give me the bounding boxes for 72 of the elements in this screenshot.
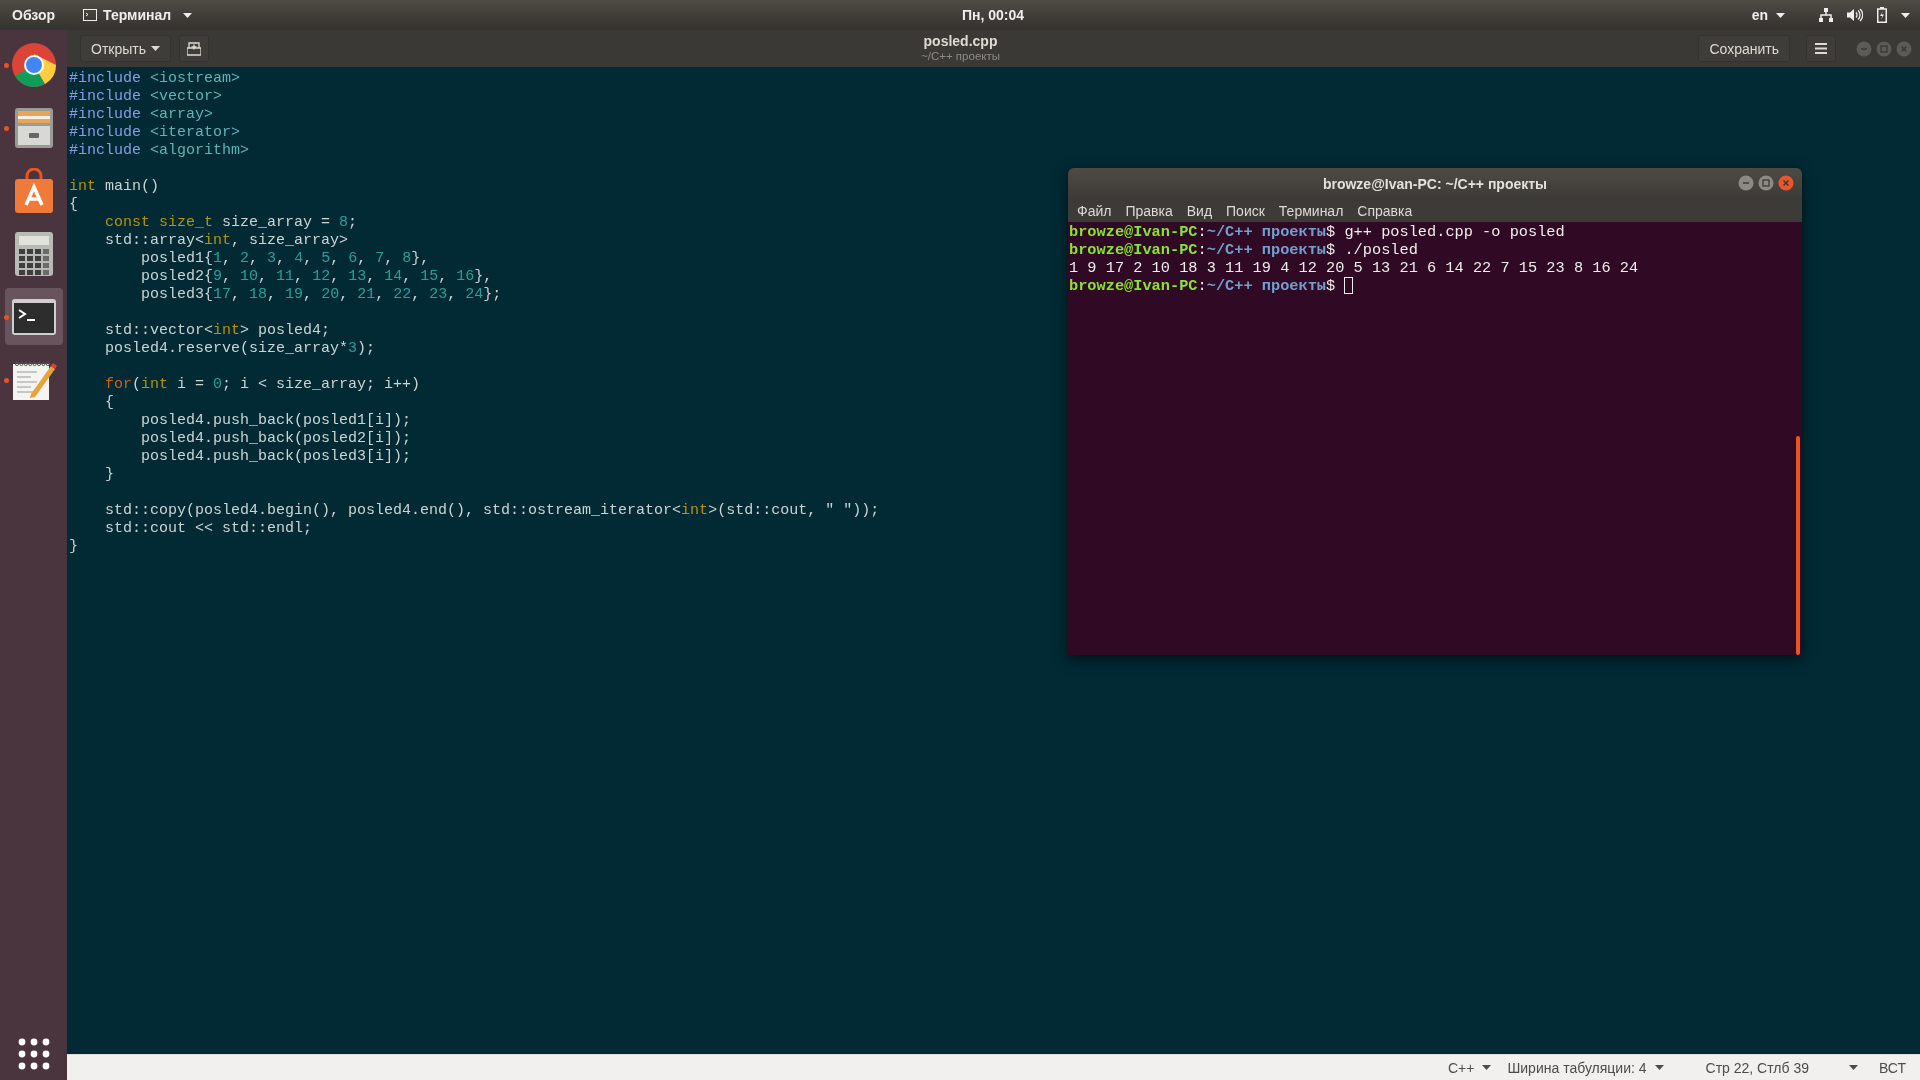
- caret-icon: [1776, 12, 1785, 18]
- code-line: posled1{1, 2, 3, 4, 5, 6, 7, 8},: [140, 250, 430, 268]
- language-menu[interactable]: C++: [1448, 1059, 1492, 1076]
- menu-item[interactable]: Файл: [1070, 201, 1119, 221]
- code-line: {: [104, 394, 114, 412]
- maximize-button[interactable]: [1758, 175, 1774, 191]
- menu-icon: [1815, 43, 1827, 54]
- terminal-line: browze@Ivan-PC:~/C++ проекты$ g++ posled.cpp -o posled: [1069, 223, 1565, 241]
- battery-icon[interactable]: [1877, 7, 1887, 23]
- caret-icon: [1654, 1065, 1664, 1070]
- menu-item[interactable]: Правка: [1118, 201, 1180, 221]
- menu-item[interactable]: Терминал: [1271, 201, 1351, 221]
- caret-icon: [1849, 1065, 1858, 1070]
- scrollbar[interactable]: [1796, 436, 1800, 655]
- terminal-line: browze@Ivan-PC:~/C++ проекты$ ./posled: [1069, 241, 1418, 259]
- code-line: std::vector<int> posled4;: [104, 322, 331, 340]
- save-button[interactable]: Сохранить: [1698, 35, 1790, 62]
- code-line: std::copy(posled4.begin(), posled4.end(), std::ostream_iterator<int>(std::cout, " "));: [104, 502, 880, 520]
- new-document-icon: [187, 41, 201, 56]
- browser-icon: [10, 41, 57, 88]
- terminal-icon: [83, 9, 98, 21]
- menu-item[interactable]: Справка: [1350, 201, 1420, 221]
- terminal-line: 1 9 17 2 10 18 3 11 19 4 12 20 5 13 21 6 14 22 7 15 23 8 16 24: [1069, 259, 1639, 277]
- clock[interactable]: Пн, 00:04: [961, 7, 1025, 23]
- cursor-position: Стр 22, Стлб 39: [1705, 1059, 1809, 1076]
- caret-icon: [151, 46, 160, 51]
- code-line: posled4.push_back(posled2[i]);: [140, 430, 412, 448]
- code-line: posled4.push_back(posled1[i]);: [140, 412, 412, 430]
- code-line: for(int i = 0; i < size_array; i++): [104, 376, 421, 394]
- caret-icon: [1901, 12, 1910, 18]
- code-line: #include <array>: [69, 106, 214, 124]
- volume-icon[interactable]: [1847, 8, 1863, 22]
- open-button[interactable]: Открыть: [80, 35, 171, 62]
- menu-item[interactable]: Поиск: [1219, 201, 1272, 221]
- terminal-body[interactable]: browze@Ivan-PC:~/C++ проекты$ g++ posled.cpp -o posled browze@Ivan-PC:~/C++ проекты$ ./posled 1 9 17 2 10 18 3 11 19 4 12 20 5 13 21 6 14 22 7 15 23 8 16 24 browze@Ivan-PC:~/C++ проекты$: [1068, 222, 1802, 655]
- code-line: #include <iostream>: [69, 70, 241, 88]
- code-line: }: [104, 466, 114, 484]
- code-line: {: [69, 196, 78, 214]
- app-grid-icon[interactable]: [17, 1038, 50, 1070]
- code-line: posled4.push_back(posled3[i]);: [140, 448, 412, 466]
- minimize-button[interactable]: [1738, 175, 1754, 191]
- code-line: posled3{17, 18, 19, 20, 21, 22, 23, 24};: [140, 286, 502, 304]
- network-icon[interactable]: [1819, 8, 1833, 22]
- new-document-button[interactable]: [179, 35, 209, 62]
- insert-mode: ВСТ: [1878, 1059, 1906, 1076]
- code-line: #include <iterator>: [69, 124, 241, 142]
- code-line: }: [69, 538, 78, 556]
- terminal-line: browze@Ivan-PC:~/C++ проекты$: [1069, 277, 1354, 295]
- caret-icon: [183, 12, 193, 18]
- code-line: std::array<int, size_array>: [104, 232, 349, 250]
- app-menu[interactable]: Терминал: [83, 7, 193, 23]
- close-button[interactable]: [1778, 175, 1794, 191]
- window-title: browze@Ivan-PC: ~/C++ проекты: [1322, 176, 1548, 192]
- tab-width-menu[interactable]: Ширина табуляции: 4: [1507, 1059, 1664, 1076]
- activities-button[interactable]: Обзор: [12, 7, 56, 23]
- code-line: #include <algorithm>: [69, 142, 250, 160]
- menu-item[interactable]: Вид: [1179, 201, 1220, 221]
- calculator-icon: [13, 230, 54, 277]
- code-line: posled2{9, 10, 11, 12, 13, 14, 15, 16},: [140, 268, 493, 286]
- code-line: const size_t size_array = 8;: [104, 214, 358, 232]
- code-line: std::cout << std::endl;: [104, 520, 313, 538]
- document-title: posled.cpp: [922, 33, 999, 49]
- keyboard-layout-menu[interactable]: en: [1751, 7, 1785, 23]
- code-line: #include <vector>: [69, 88, 223, 106]
- terminal-icon: [10, 297, 57, 336]
- dock-item[interactable]: [4, 288, 63, 345]
- caret-icon: [1482, 1065, 1492, 1070]
- document-path: ~/C++ проекты: [921, 50, 1000, 62]
- code-line: int main(): [69, 178, 160, 196]
- menu-button[interactable]: [1806, 35, 1836, 62]
- app-menu-label: Терминал: [103, 7, 172, 23]
- code-line: posled4.reserve(size_array*3);: [104, 340, 376, 358]
